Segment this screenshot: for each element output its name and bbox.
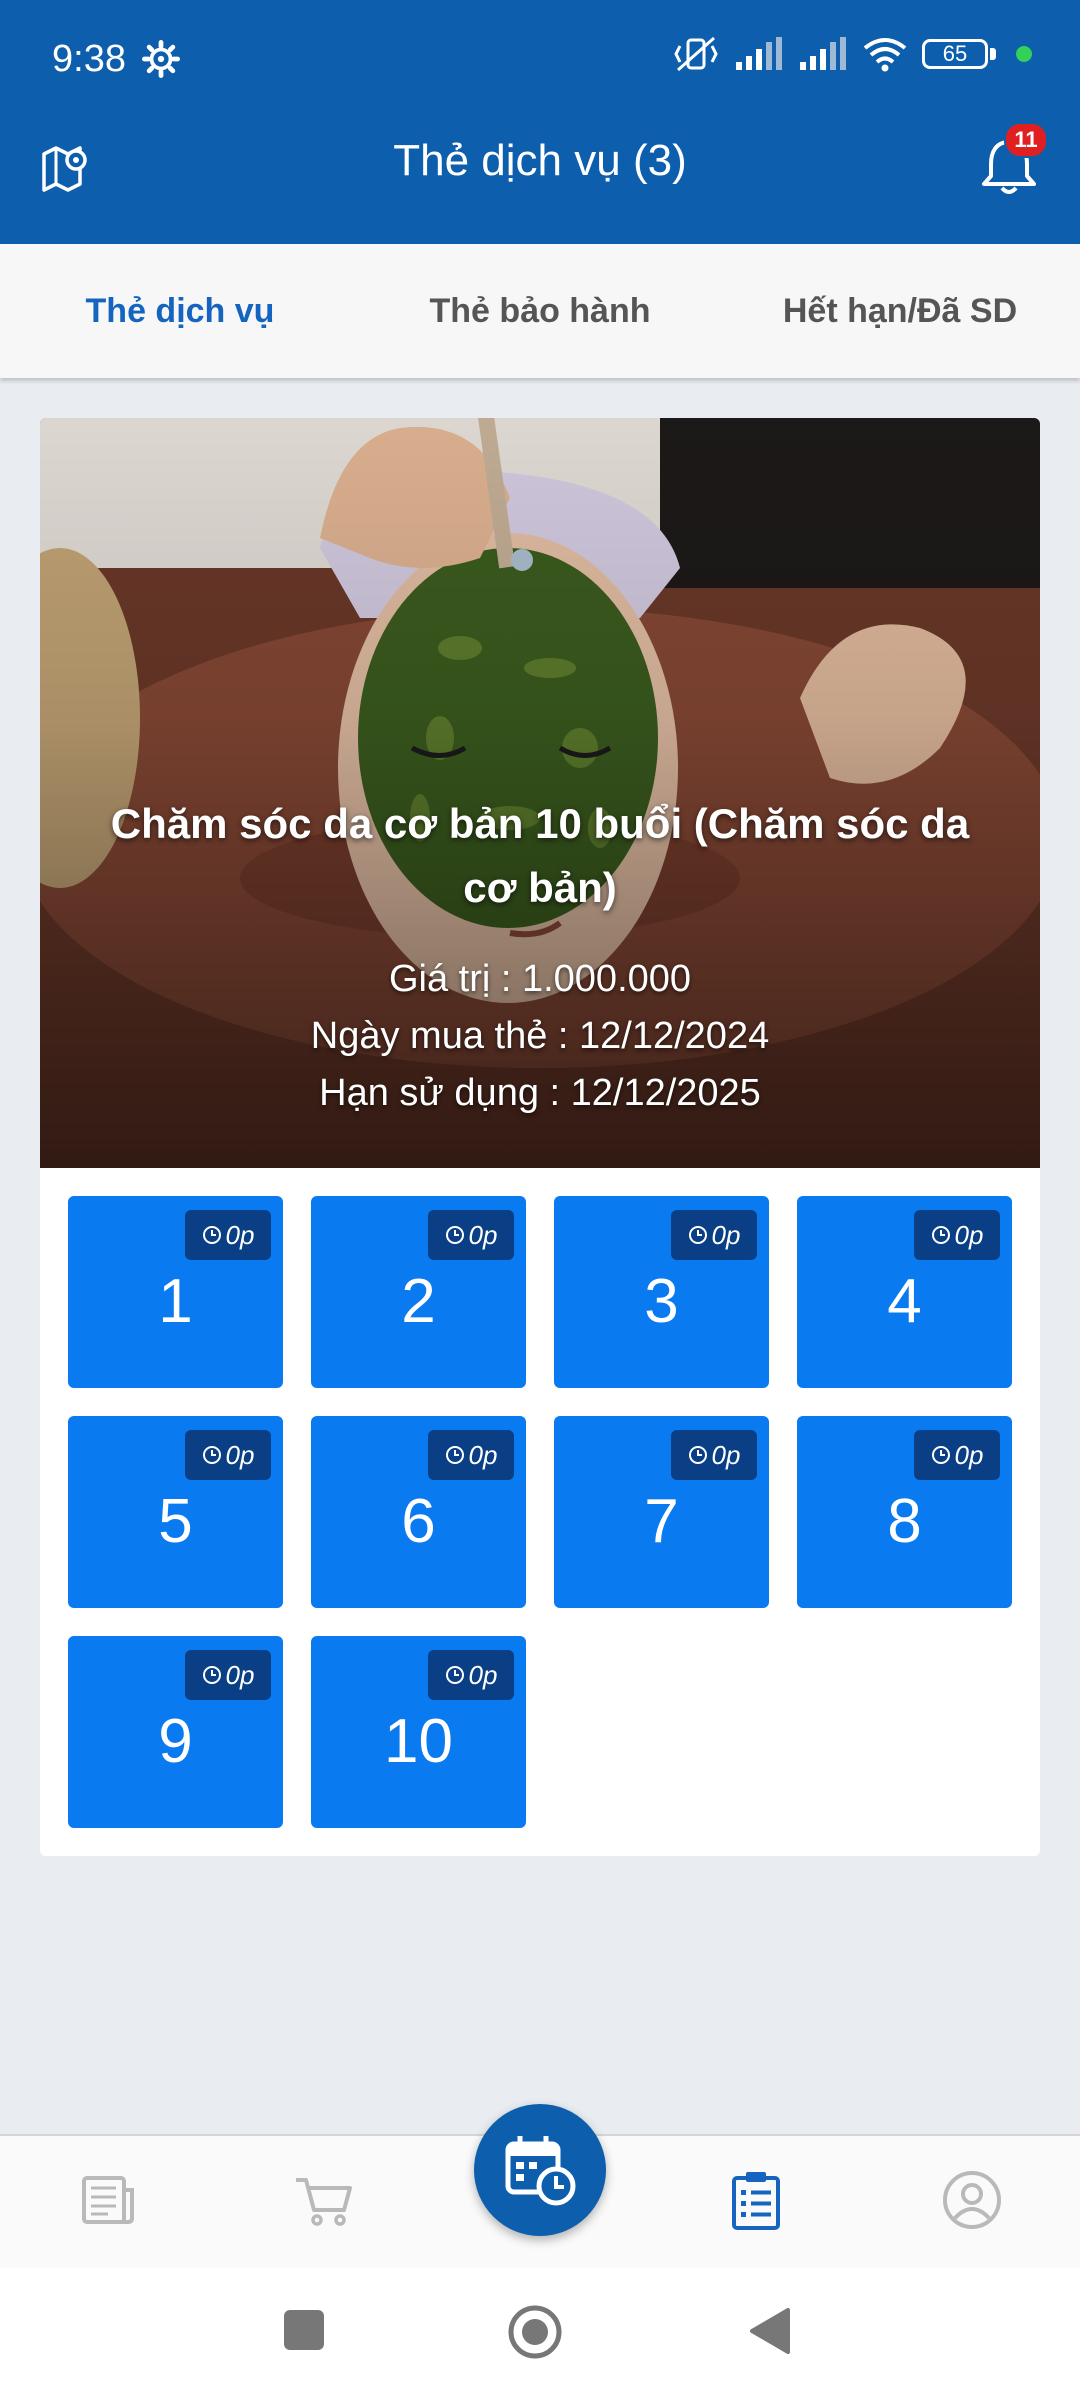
session-duration: 0p [428,1430,514,1480]
service-card-title: Chăm sóc da cơ bản 10 buổi (Chăm sóc da … [110,800,970,911]
clock-icon [202,1666,221,1684]
status-time: 9:38 [52,38,126,80]
battery-tip [990,48,996,60]
battery-level: 65 [942,41,968,66]
vibrate-mute-icon [674,36,718,72]
home-button[interactable] [507,2304,563,2360]
system-nav-bar [0,2268,1080,2400]
clock-icon [445,1226,464,1244]
session-duration: 0p [914,1210,1000,1260]
session-number: 7 [644,1487,679,1556]
back-button[interactable] [748,2306,792,2356]
clock-icon [931,1446,950,1464]
clock-icon [688,1446,707,1464]
app-header: 9:38 65 Thẻ dịch vụ (3) 11 [0,0,1080,244]
clock-icon [688,1226,707,1244]
page-title: Thẻ dịch vụ (3) [393,136,687,185]
session-duration: 0p [428,1210,514,1260]
notifications-button[interactable]: 11 [974,122,1048,202]
tab-warranty-cards[interactable]: Thẻ bảo hành [360,244,720,378]
session-duration-text: 0p [468,1439,498,1470]
session-tile[interactable]: 0p 1 [68,1196,283,1388]
session-number: 5 [158,1487,193,1556]
tab-bar: Thẻ dịch vụ Thẻ bảo hành Hết hạn/Đã SD [0,244,1080,378]
session-duration: 0p [671,1210,757,1260]
session-tile[interactable]: 0p 6 [311,1416,526,1608]
session-number: 8 [887,1487,922,1556]
clock-icon [931,1226,950,1244]
service-card-purchase-date: Ngày mua thẻ : 12/12/2024 [310,1015,770,1057]
session-duration: 0p [914,1430,1000,1480]
session-duration: 0p [428,1650,514,1700]
battery-indicator: 65 [922,39,988,69]
session-duration-text: 0p [954,1439,984,1470]
session-tile[interactable]: 0p 5 [68,1416,283,1608]
wifi-icon [863,38,907,72]
settings-gear-icon [142,40,180,78]
session-duration: 0p [185,1650,271,1700]
session-duration-text: 0p [468,1219,498,1250]
session-number: 2 [401,1267,436,1336]
session-duration: 0p [671,1430,757,1480]
session-tile[interactable]: 0p 2 [311,1196,526,1388]
session-number: 9 [158,1707,193,1776]
session-tile[interactable]: 0p 3 [554,1196,769,1388]
session-duration-text: 0p [225,1219,255,1250]
privacy-dot [1016,46,1032,62]
session-duration-text: 0p [225,1439,255,1470]
session-tile[interactable]: 0p 8 [797,1416,1012,1608]
notification-badge: 11 [1004,122,1048,158]
session-duration-text: 0p [225,1659,255,1690]
session-number: 6 [401,1487,436,1556]
session-tile[interactable]: 0p 7 [554,1416,769,1608]
service-card[interactable]: Chăm sóc da cơ bản 10 buổi (Chăm sóc da … [40,418,1040,1856]
session-number: 4 [887,1267,922,1336]
clock-icon [445,1446,464,1464]
tab-service-cards[interactable]: Thẻ dịch vụ [0,244,360,378]
session-duration-text: 0p [954,1219,984,1250]
session-number: 10 [384,1707,453,1776]
recent-apps-button[interactable] [284,2310,324,2350]
signal-1-icon [736,37,782,70]
cart-icon[interactable] [292,2168,356,2232]
clipboard-list-icon[interactable] [724,2168,788,2232]
session-duration-text: 0p [711,1219,741,1250]
session-tile[interactable]: 0p 4 [797,1196,1012,1388]
session-tile[interactable]: 0p 10 [311,1636,526,1828]
session-duration: 0p [185,1430,271,1480]
session-duration-text: 0p [711,1439,741,1470]
signal-2-icon [800,37,846,70]
session-duration-text: 0p [468,1659,498,1690]
tab-expired-used[interactable]: Hết hạn/Đã SD [720,244,1080,378]
clock-icon [202,1446,221,1464]
clock-icon [202,1226,221,1244]
account-icon[interactable] [940,2168,1004,2232]
session-number: 3 [644,1267,679,1336]
service-card-value: Giá trị : 1.000.000 [388,958,692,1000]
session-tile[interactable]: 0p 9 [68,1636,283,1828]
newspaper-icon[interactable] [76,2168,140,2232]
clock-icon [445,1666,464,1684]
status-icons: 65 [672,34,1032,74]
service-card-expiry-date: Hạn sử dụng : 12/12/2025 [319,1072,761,1114]
session-duration: 0p [185,1210,271,1260]
booking-calendar-button[interactable] [474,2104,606,2236]
session-number: 1 [158,1267,193,1336]
service-card-image: Chăm sóc da cơ bản 10 buổi (Chăm sóc da … [40,418,1040,1168]
session-grid: 0p 1 0p 2 0p 3 0p 4 0p 5 0p 6 0p 7 0p 8 … [68,1196,1018,1828]
calendar-clock-icon [505,2136,576,2206]
